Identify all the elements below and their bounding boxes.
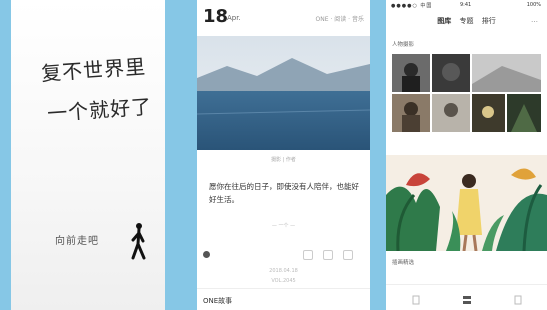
gallery-icon[interactable] bbox=[463, 295, 471, 305]
signal-indicator: ●●●●○ 中国 bbox=[391, 3, 433, 9]
tab-gallery[interactable]: 图库 bbox=[437, 17, 451, 25]
photo-thumb-7[interactable] bbox=[507, 94, 541, 132]
photo-thumb-2[interactable] bbox=[432, 54, 470, 92]
post-nav[interactable]: ONE · 阅读 · 音乐 bbox=[316, 14, 364, 23]
divider bbox=[197, 288, 370, 289]
photo-thumb-1[interactable] bbox=[392, 54, 430, 92]
home-icon[interactable] bbox=[412, 295, 420, 305]
enter-button[interactable]: 向前走吧 bbox=[55, 232, 99, 247]
profile-icon[interactable] bbox=[514, 295, 522, 305]
post-actions bbox=[203, 248, 363, 262]
calligraphy-line-1: 复不世界里 bbox=[40, 54, 147, 86]
post-author: — 一个 — bbox=[271, 223, 296, 229]
like-icon[interactable] bbox=[303, 250, 313, 260]
section-label-portrait: 人物摄影 bbox=[392, 42, 415, 48]
walking-person-icon bbox=[131, 223, 146, 260]
calligraphy-line-2: 一个就好了 bbox=[46, 94, 153, 126]
photo-caption: 摄影 | 作者 bbox=[271, 157, 296, 163]
gallery-tabs: 图库 专题 排行 … bbox=[386, 16, 547, 26]
post-month: Apr. bbox=[227, 14, 241, 22]
more-icon[interactable]: … bbox=[531, 16, 538, 24]
daily-post-screen: 18 Apr. ONE · 阅读 · 音乐 摄影 | 作者 愿你在往后的日子，即… bbox=[197, 0, 370, 310]
splash-screen: 复不世界里 一个就好了 向前走吧 bbox=[11, 0, 165, 310]
showcase-stage: 复不世界里 一个就好了 向前走吧 18 Apr. ONE · 阅读 · 音乐 摄… bbox=[0, 0, 547, 310]
share-icon[interactable] bbox=[323, 250, 333, 260]
post-header: 18 Apr. ONE · 阅读 · 音乐 bbox=[197, 0, 370, 32]
post-volume: VOL.2045 bbox=[271, 278, 296, 284]
post-day: 18 bbox=[203, 6, 229, 27]
photo-thumb-3[interactable] bbox=[472, 54, 541, 92]
post-date: 2018.04.18 bbox=[269, 268, 298, 274]
tab-ranking[interactable]: 排行 bbox=[482, 17, 496, 25]
status-bar: ●●●●○ 中国 9:41 100% bbox=[386, 0, 547, 12]
bottom-nav bbox=[386, 284, 547, 310]
section-label-illustration: 插画精选 bbox=[392, 260, 415, 266]
sea-mountain-photo[interactable] bbox=[197, 36, 370, 150]
post-quote: 愿你在往后的日子，即使没有人陪伴，也能好好生活。 bbox=[209, 182, 359, 204]
avatar-icon[interactable] bbox=[203, 251, 210, 258]
gallery-screen: ●●●●○ 中国 9:41 100% 图库 专题 排行 … 人物摄影 插画精选 bbox=[386, 0, 547, 310]
status-time: 9:41 bbox=[460, 2, 472, 8]
photo-thumb-6[interactable] bbox=[472, 94, 505, 132]
section-title[interactable]: ONE故事 bbox=[203, 296, 232, 306]
photo-thumb-4[interactable] bbox=[392, 94, 430, 132]
more-icon[interactable] bbox=[343, 250, 353, 260]
illustration-banner[interactable] bbox=[386, 155, 547, 251]
photo-thumb-5[interactable] bbox=[432, 94, 470, 132]
tab-topic[interactable]: 专题 bbox=[460, 17, 474, 25]
battery-indicator: 100% bbox=[526, 2, 541, 8]
